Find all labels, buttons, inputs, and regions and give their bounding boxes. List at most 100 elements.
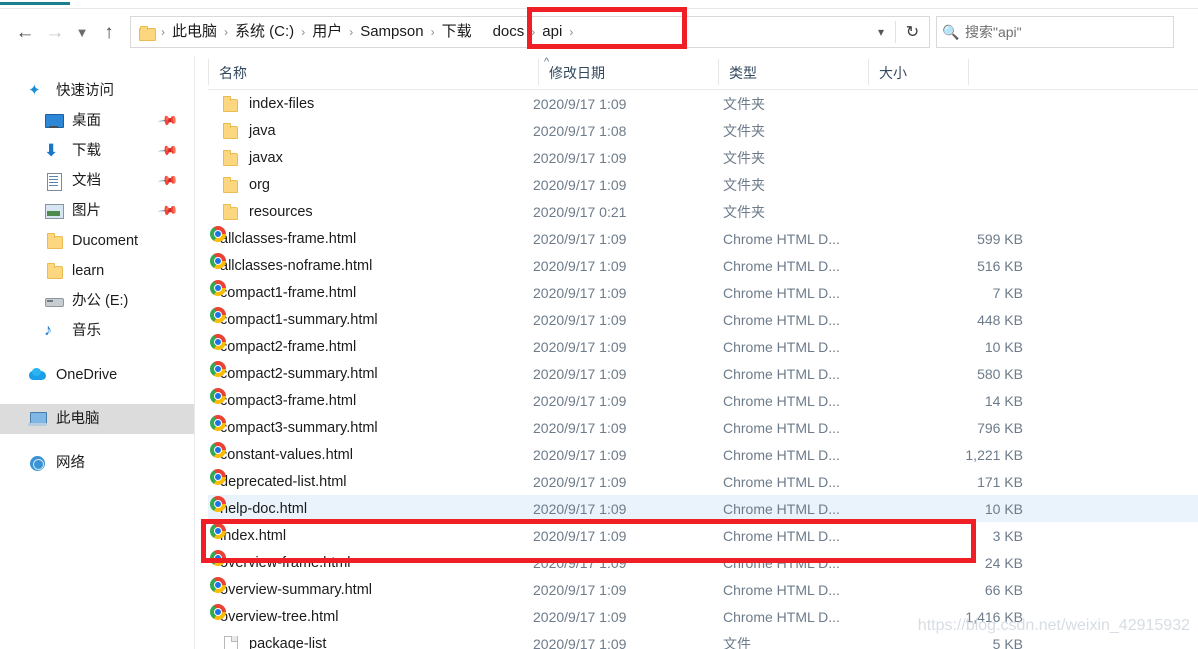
file-type-cell: Chrome HTML D...	[723, 581, 840, 598]
file-type-cell: Chrome HTML D...	[723, 473, 840, 490]
breadcrumb-item-this-pc[interactable]: 此电脑	[167, 20, 222, 44]
file-date-cell: 2020/9/17 1:09	[533, 446, 627, 463]
search-icon: 🔍	[942, 23, 960, 40]
refresh-button[interactable]: ↻	[896, 17, 929, 47]
sidebar-item-documents[interactable]: 文档 📌	[0, 166, 194, 196]
sidebar-item-ducoment[interactable]: Ducoment	[0, 226, 194, 256]
file-name-label: allclasses-frame.html	[220, 230, 357, 247]
breadcrumb-item-users[interactable]: 用户	[307, 20, 347, 44]
file-date-cell: 2020/9/17 1:09	[533, 95, 627, 112]
pin-icon[interactable]: 📌	[157, 200, 179, 223]
table-row[interactable]: index-files 2020/9/17 1:09 文件夹	[208, 90, 1198, 117]
file-name-label: overview-tree.html	[220, 608, 339, 625]
table-row[interactable]: help-doc.html 2020/9/17 1:09 Chrome HTML D…	[208, 495, 1198, 522]
table-row[interactable]: compact2-frame.html 2020/9/17 1:09 Chrome …	[208, 333, 1198, 360]
file-type-cell: Chrome HTML D...	[723, 284, 840, 301]
file-name-cell: overview-frame.html	[208, 550, 533, 571]
breadcrumb-item-api[interactable]: api	[537, 20, 567, 44]
pin-icon[interactable]: 📌	[157, 110, 179, 133]
pin-icon[interactable]: 📌	[157, 140, 179, 163]
file-date-cell: 2020/9/17 1:09	[533, 338, 627, 355]
back-button[interactable]: ←	[10, 15, 40, 49]
arrow-right-icon: →	[45, 21, 65, 43]
breadcrumb-item-sampson[interactable]: Sampson	[355, 20, 428, 44]
sidebar-item-quick-access[interactable]: ✦ 快速访问	[0, 76, 194, 106]
pin-icon[interactable]: 📌	[157, 170, 179, 193]
sidebar-item-desktop[interactable]: 桌面 📌	[0, 106, 194, 136]
chrome-icon	[210, 523, 226, 539]
file-name-cell: index.html	[208, 523, 533, 544]
table-row[interactable]: resources 2020/9/17 0:21 文件夹	[208, 198, 1198, 225]
file-name-cell: java	[208, 122, 533, 140]
table-row[interactable]: compact1-frame.html 2020/9/17 1:09 Chrome …	[208, 279, 1198, 306]
table-row[interactable]: allclasses-noframe.html 2020/9/17 1:09 Chr…	[208, 252, 1198, 279]
table-row[interactable]: overview-summary.html 2020/9/17 1:09 Chrom…	[208, 576, 1198, 603]
file-size-cell: 24 KB	[984, 554, 1023, 571]
breadcrumb-separator: ›	[430, 25, 435, 39]
file-name-cell: compact2-frame.html	[208, 334, 533, 355]
sidebar-item-onedrive[interactable]: OneDrive	[0, 360, 194, 390]
breadcrumb-item-downloads[interactable]: 下载	[437, 20, 477, 44]
file-type-cell: 文件	[723, 635, 751, 649]
file-list[interactable]: index-files 2020/9/17 1:09 文件夹 java 2020/9/1…	[208, 90, 1198, 649]
table-row[interactable]: compact3-summary.html 2020/9/17 1:09 Chrom…	[208, 414, 1198, 441]
column-header-size[interactable]: 大小	[868, 56, 968, 90]
table-row[interactable]: deprecated-list.html 2020/9/17 1:09 Chrome…	[208, 468, 1198, 495]
forward-button[interactable]: →	[40, 15, 70, 49]
address-bar[interactable]: › 此电脑 › 系统 (C:) › 用户 › Sampson › 下载 docs…	[130, 16, 930, 48]
sidebar-item-office-e[interactable]: 办公 (E:)	[0, 286, 194, 316]
chrome-icon	[210, 334, 226, 350]
table-row[interactable]: constant-values.html 2020/9/17 1:09 Chrome…	[208, 441, 1198, 468]
file-size-cell: 448 KB	[977, 311, 1023, 328]
file-name-label: java	[249, 122, 276, 139]
column-header-date[interactable]: 修改日期	[538, 56, 718, 90]
file-type-cell: 文件夹	[723, 203, 765, 220]
table-row[interactable]: org 2020/9/17 1:09 文件夹	[208, 171, 1198, 198]
file-name-cell: compact2-summary.html	[208, 361, 533, 382]
file-name-label: constant-values.html	[220, 446, 353, 463]
table-row[interactable]: compact3-frame.html 2020/9/17 1:09 Chrome …	[208, 387, 1198, 414]
sidebar-item-music[interactable]: ♪ 音乐	[0, 316, 194, 346]
folder-icon	[220, 95, 240, 113]
column-header-name[interactable]: 名称 ^	[208, 56, 549, 90]
table-row[interactable]: compact2-summary.html 2020/9/17 1:09 Chrom…	[208, 360, 1198, 387]
table-row[interactable]: overview-frame.html 2020/9/17 1:09 Chrome …	[208, 549, 1198, 576]
table-row[interactable]: java 2020/9/17 1:08 文件夹	[208, 117, 1198, 144]
search-input[interactable]: 搜索"api"	[965, 22, 1022, 42]
file-date-cell: 2020/9/17 1:09	[533, 149, 627, 166]
table-row[interactable]: compact1-summary.html 2020/9/17 1:09 Chrom…	[208, 306, 1198, 333]
chrome-icon	[210, 604, 226, 620]
chrome-icon	[210, 469, 226, 485]
chrome-icon	[210, 415, 226, 431]
table-row[interactable]: javax 2020/9/17 1:09 文件夹	[208, 144, 1198, 171]
search-box[interactable]: 🔍 搜索"api"	[936, 16, 1174, 48]
file-name-label: compact3-frame.html	[220, 392, 357, 409]
sidebar-item-downloads[interactable]: ⬇ 下载 📌	[0, 136, 194, 166]
column-header-type[interactable]: 类型	[718, 56, 868, 90]
chrome-icon	[210, 361, 226, 377]
address-history-button[interactable]: ▾	[867, 17, 895, 47]
file-date-cell: 2020/9/17 1:09	[533, 527, 627, 544]
sidebar-item-network[interactable]: 网络	[0, 448, 194, 478]
recent-locations-button[interactable]: ▼	[70, 15, 94, 49]
file-date-cell: 2020/9/17 1:09	[533, 635, 627, 649]
file-size-cell: 1,221 KB	[965, 446, 1023, 463]
sidebar-item-pictures[interactable]: 图片 📌	[0, 196, 194, 226]
up-button[interactable]: ↑	[94, 15, 124, 49]
file-size-cell: 599 KB	[977, 230, 1023, 247]
file-size-cell: 171 KB	[977, 473, 1023, 490]
file-size-cell: 66 KB	[984, 581, 1023, 598]
table-row[interactable]: index.html 2020/9/17 1:09 Chrome HTML D...…	[208, 522, 1198, 549]
sidebar-item-learn[interactable]: learn	[0, 256, 194, 286]
column-divider[interactable]	[968, 59, 969, 85]
file-date-cell: 2020/9/17 1:09	[533, 419, 627, 436]
sidebar-item-this-pc[interactable]: 此电脑	[0, 404, 194, 434]
breadcrumb-item-system-c[interactable]: 系统 (C:)	[230, 20, 299, 44]
breadcrumb-item-docs[interactable]: docs	[477, 20, 530, 44]
navigation-toolbar: ← → ▼ ↑ › 此电脑 › 系统 (C:) › 用户 › Sampson ›…	[0, 9, 1198, 55]
file-type-cell: 文件夹	[723, 176, 765, 193]
file-date-cell: 2020/9/17 1:09	[533, 176, 627, 193]
table-row[interactable]: allclasses-frame.html 2020/9/17 1:09 Chrom…	[208, 225, 1198, 252]
file-name-label: compact3-summary.html	[220, 419, 378, 436]
file-size-cell: 3 KB	[992, 527, 1023, 544]
